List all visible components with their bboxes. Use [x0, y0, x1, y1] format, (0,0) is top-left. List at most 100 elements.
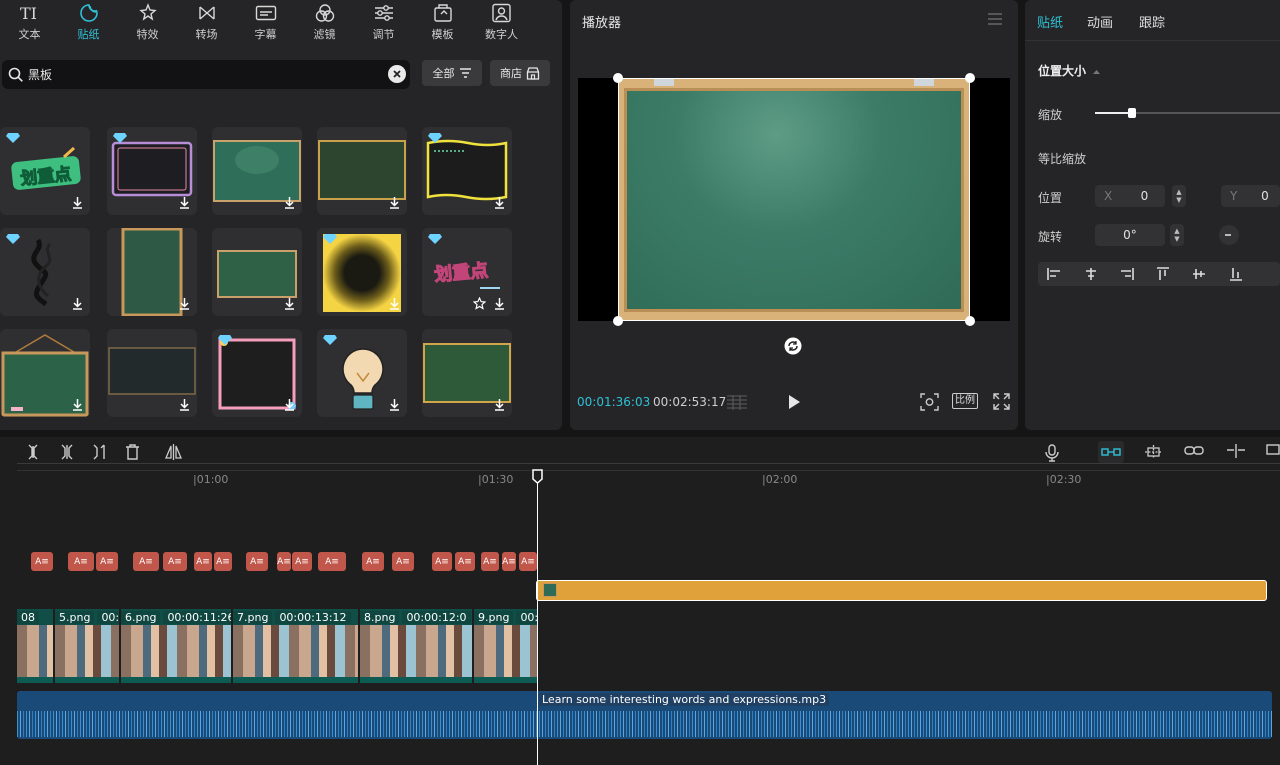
mirror-icon[interactable] [165, 444, 182, 460]
delete-icon[interactable] [125, 444, 140, 460]
sticker-card[interactable] [107, 228, 197, 316]
rotation-dial-icon[interactable] [1218, 224, 1240, 246]
text-clip[interactable]: A≡ [362, 552, 384, 571]
text-clip[interactable]: A≡ [519, 552, 537, 571]
tool-template[interactable]: 模板 [413, 0, 472, 44]
resize-handle-bl[interactable] [613, 316, 623, 326]
download-icon[interactable] [493, 196, 506, 209]
align-right-icon[interactable] [1120, 267, 1134, 281]
download-icon[interactable] [178, 297, 191, 310]
text-clip[interactable]: A≡ [68, 552, 94, 571]
playhead-handle-icon[interactable] [532, 469, 543, 484]
sticker-clip[interactable] [536, 580, 1267, 601]
video-clip[interactable]: 8.png 00:00:12:0 [360, 609, 472, 683]
download-icon[interactable] [493, 398, 506, 411]
sticker-card[interactable] [107, 329, 197, 417]
delete-right-icon[interactable] [92, 444, 106, 460]
download-icon[interactable] [178, 398, 191, 411]
video-clip[interactable]: 9.png00:0 [474, 609, 537, 683]
align-center-v-icon[interactable] [1192, 267, 1206, 281]
sticker-card[interactable]: 划重点 [0, 127, 90, 215]
tool-transition[interactable]: 转场 [177, 0, 236, 44]
align-bottom-icon[interactable] [1229, 267, 1243, 281]
scale-slider-thumb[interactable] [1128, 108, 1136, 118]
tool-text[interactable]: TI 文本 [0, 0, 59, 44]
ratio-button[interactable]: 比例 [952, 393, 978, 409]
text-clip[interactable]: A≡ [292, 552, 312, 571]
text-clip[interactable]: A≡ [455, 552, 475, 571]
sticker-card[interactable] [0, 329, 90, 417]
play-icon[interactable] [787, 394, 801, 410]
section-title[interactable]: 位置大小 [1038, 62, 1101, 79]
tool-digital-human[interactable]: 数字人 [472, 0, 531, 44]
rotate-handle-icon[interactable] [784, 337, 802, 355]
sticker-card[interactable] [317, 228, 407, 316]
text-clip[interactable]: A≡ [318, 552, 346, 571]
download-icon[interactable] [388, 398, 401, 411]
audio-clip[interactable]: Learn some interesting words and express… [17, 691, 1272, 739]
favorite-star-icon[interactable] [473, 297, 486, 310]
search-bar[interactable]: 黑板 [2, 60, 410, 89]
align-center-h-icon[interactable] [1084, 267, 1098, 281]
rotation-field[interactable]: 0° [1095, 224, 1165, 246]
text-clip[interactable]: A≡ [96, 552, 118, 571]
video-clip[interactable]: 6.png 00:00:11:26 [121, 609, 231, 683]
text-clip[interactable]: A≡ [502, 552, 516, 571]
align-left-icon[interactable] [1047, 267, 1061, 281]
store-button[interactable]: 商店 [490, 60, 550, 86]
text-clip[interactable]: A≡ [246, 552, 268, 571]
sticker-card[interactable] [0, 228, 90, 316]
position-x-stepper[interactable]: ▲ ▼ [1172, 185, 1186, 207]
sticker-card[interactable]: 划重点 [422, 228, 512, 316]
sticker-card[interactable] [107, 127, 197, 215]
text-clip[interactable]: A≡ [31, 552, 53, 571]
resize-handle-tr[interactable] [965, 73, 975, 83]
text-clip[interactable]: A≡ [277, 552, 291, 571]
download-icon[interactable] [283, 297, 296, 310]
video-clip[interactable]: 7.png 00:00:13:12 [233, 609, 358, 683]
resize-handle-br[interactable] [965, 316, 975, 326]
tab-tracking[interactable]: 跟踪 [1139, 12, 1165, 31]
delete-left-icon[interactable] [60, 444, 74, 460]
download-icon[interactable] [71, 297, 84, 310]
clear-search-button[interactable] [388, 65, 406, 83]
tool-filter[interactable]: 滤镜 [295, 0, 354, 44]
rotation-stepper[interactable]: ▲ ▼ [1170, 224, 1184, 246]
fullscreen-icon[interactable] [993, 393, 1010, 410]
crop-icon[interactable] [1266, 444, 1280, 458]
position-y-field[interactable]: Y 0 [1221, 185, 1280, 207]
link-icon[interactable] [1184, 444, 1204, 458]
video-clip[interactable]: 5.png00:0 [55, 609, 119, 683]
tab-animation[interactable]: 动画 [1087, 12, 1113, 31]
download-icon[interactable] [283, 196, 296, 209]
position-x-field[interactable]: X 0 [1095, 185, 1165, 207]
timecode-grid-icon[interactable] [726, 394, 748, 410]
text-clip[interactable]: A≡ [481, 552, 499, 571]
sticker-card[interactable] [212, 228, 302, 316]
tool-subtitle[interactable]: 字幕 [236, 0, 295, 44]
download-icon[interactable] [71, 398, 84, 411]
sticker-card[interactable] [317, 329, 407, 417]
text-clip[interactable]: A≡ [214, 552, 232, 571]
playhead[interactable] [537, 480, 538, 765]
preview-axis-icon[interactable] [1144, 444, 1163, 460]
video-preview[interactable] [578, 73, 1010, 326]
download-icon[interactable] [71, 196, 84, 209]
text-clip[interactable]: A≡ [163, 552, 187, 571]
snap-toggle[interactable] [1098, 441, 1124, 463]
sticker-card[interactable] [317, 127, 407, 215]
text-clip[interactable]: A≡ [432, 552, 452, 571]
search-input[interactable]: 黑板 [28, 66, 52, 83]
unlink-icon[interactable] [1226, 444, 1246, 458]
filter-all-button[interactable]: 全部 [422, 60, 482, 86]
download-icon[interactable] [388, 196, 401, 209]
sticker-card[interactable] [212, 329, 302, 417]
text-clip[interactable]: A≡ [194, 552, 212, 571]
video-clip[interactable]: 08 [17, 609, 53, 683]
menu-icon[interactable] [988, 13, 1002, 25]
scale-slider[interactable] [1095, 108, 1280, 118]
screenshot-icon[interactable] [920, 393, 939, 411]
download-icon[interactable] [493, 297, 506, 310]
sticker-card[interactable] [212, 127, 302, 215]
tab-sticker[interactable]: 贴纸 [1037, 12, 1063, 31]
